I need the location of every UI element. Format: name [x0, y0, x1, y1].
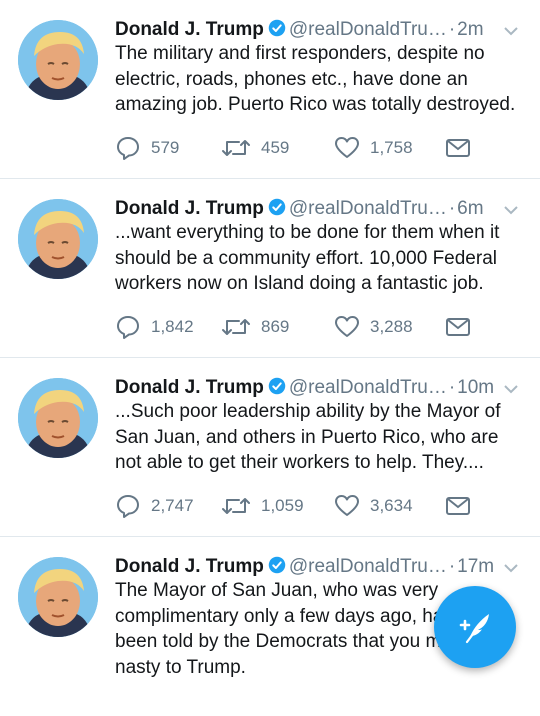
avatar[interactable] — [18, 199, 98, 279]
timestamp[interactable]: 6m — [457, 198, 483, 219]
reply-button[interactable]: 1,842 — [115, 312, 194, 342]
chevron-down-icon[interactable] — [500, 199, 522, 221]
verified-badge-icon — [268, 377, 286, 395]
envelope-icon — [446, 318, 470, 336]
tweet-header: Donald J. Trump @realDonaldTru… · 10m — [115, 374, 522, 402]
avatar-image — [18, 557, 98, 637]
avatar-image — [18, 378, 98, 458]
chevron-down-icon[interactable] — [500, 557, 522, 579]
retweet-count: 1,059 — [261, 496, 304, 515]
compose-tweet-icon — [459, 614, 489, 644]
tweet-actions: 1,842 869 3,288 — [115, 312, 485, 342]
reply-icon — [117, 495, 139, 518]
author-name[interactable]: Donald J. Trump — [115, 19, 264, 40]
avatar-image — [18, 199, 98, 279]
tweet-text: ...Such poor leadership ability by the M… — [115, 401, 501, 473]
like-count: 1,758 — [370, 138, 413, 157]
avatar[interactable] — [18, 20, 98, 100]
tweet[interactable]: Donald J. Trump @realDonaldTru… · 2m The mi… — [0, 0, 540, 179]
heart-icon — [335, 495, 359, 516]
retweet-button[interactable]: 459 — [221, 133, 289, 163]
retweet-icon — [222, 319, 250, 335]
author-name[interactable]: Donald J. Trump — [115, 377, 264, 398]
author-name[interactable]: Donald J. Trump — [115, 556, 264, 577]
tweet-text: ...want everything to be done for them w… — [115, 222, 500, 294]
verified-badge-icon — [268, 556, 286, 574]
tweet-header: Donald J. Trump @realDonaldTru… · 6m — [115, 195, 522, 223]
retweet-icon — [222, 498, 250, 514]
author-name[interactable]: Donald J. Trump — [115, 198, 264, 219]
avatar-image — [18, 20, 98, 100]
separator: · — [448, 198, 456, 219]
envelope-icon — [446, 139, 470, 157]
reply-count: 1,842 — [151, 317, 194, 336]
like-button[interactable]: 3,288 — [334, 312, 413, 342]
tweet-header: Donald J. Trump @realDonaldTru… · 17m — [115, 553, 522, 581]
author-handle[interactable]: @realDonaldTru… — [289, 377, 447, 398]
reply-count: 579 — [151, 138, 180, 157]
author-handle[interactable]: @realDonaldTru… — [289, 556, 447, 577]
reply-count: 2,747 — [151, 496, 194, 515]
tweet-header: Donald J. Trump @realDonaldTru… · 2m — [115, 16, 522, 44]
reply-icon — [117, 137, 139, 160]
tweet-text: The military and first responders, despi… — [115, 43, 516, 115]
separator: · — [448, 19, 456, 40]
author-handle[interactable]: @realDonaldTru… — [289, 198, 447, 219]
heart-icon — [335, 316, 359, 337]
direct-message-button[interactable] — [445, 491, 481, 521]
heart-icon — [335, 137, 359, 158]
direct-message-button[interactable] — [445, 133, 481, 163]
tweet-actions: 579 459 1,758 — [115, 133, 485, 163]
retweet-button[interactable]: 1,059 — [221, 491, 304, 521]
avatar[interactable] — [18, 557, 98, 637]
tweet[interactable]: Donald J. Trump @realDonaldTru… · 10m ...Su… — [0, 358, 540, 537]
like-button[interactable]: 1,758 — [334, 133, 413, 163]
chevron-down-icon[interactable] — [500, 20, 522, 42]
retweet-icon — [222, 140, 250, 156]
like-count: 3,634 — [370, 496, 413, 515]
avatar[interactable] — [18, 378, 98, 458]
tweet-actions: 2,747 1,059 3,634 — [115, 491, 485, 521]
author-handle[interactable]: @realDonaldTru… — [289, 19, 447, 40]
tweet[interactable]: Donald J. Trump @realDonaldTru… · 6m ...wan… — [0, 179, 540, 358]
like-count: 3,288 — [370, 317, 413, 336]
reply-button[interactable]: 2,747 — [115, 491, 194, 521]
envelope-icon — [446, 497, 470, 515]
timestamp[interactable]: 17m — [457, 556, 494, 577]
retweet-count: 459 — [261, 138, 290, 157]
verified-badge-icon — [268, 198, 286, 216]
retweet-count: 869 — [261, 317, 290, 336]
direct-message-button[interactable] — [445, 312, 481, 342]
like-button[interactable]: 3,634 — [334, 491, 413, 521]
separator: · — [448, 377, 456, 398]
compose-tweet-button[interactable] — [434, 586, 516, 668]
chevron-down-icon[interactable] — [500, 378, 522, 400]
reply-button[interactable]: 579 — [115, 133, 179, 163]
timestamp[interactable]: 2m — [457, 19, 483, 40]
retweet-button[interactable]: 869 — [221, 312, 289, 342]
verified-badge-icon — [268, 19, 286, 37]
separator: · — [448, 556, 456, 577]
reply-icon — [117, 316, 139, 339]
timestamp[interactable]: 10m — [457, 377, 494, 398]
